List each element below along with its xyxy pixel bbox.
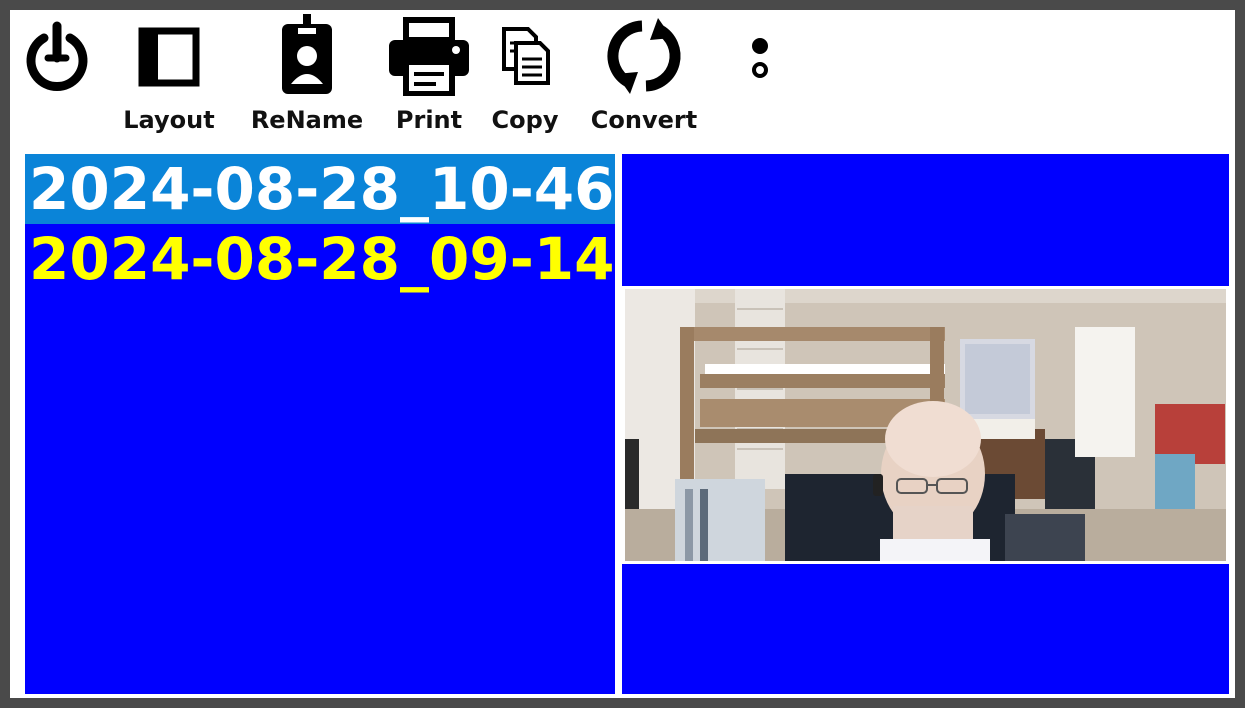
more-button[interactable] xyxy=(740,16,780,146)
layout-panel-icon xyxy=(138,27,200,87)
power-button[interactable] xyxy=(22,16,92,146)
file-list[interactable]: 2024-08-28_10-46-3 2024-08-28_09-14-0 xyxy=(25,154,615,694)
toolbar: Layout ReName Print Copy Convert xyxy=(10,10,1235,152)
refresh-icon xyxy=(607,18,681,94)
copy-label: Copy xyxy=(491,106,559,134)
more-vertical-icon xyxy=(752,38,768,78)
print-button[interactable]: Print xyxy=(384,16,474,146)
file-list-item[interactable]: 2024-08-28_09-14-0 xyxy=(25,224,615,294)
convert-button[interactable]: Convert xyxy=(582,16,706,146)
print-label: Print xyxy=(395,106,463,134)
id-badge-icon xyxy=(282,14,332,94)
copy-button[interactable]: Copy xyxy=(484,16,566,146)
copy-icon xyxy=(502,27,550,85)
layout-label: Layout xyxy=(123,106,215,134)
convert-label: Convert xyxy=(590,106,698,134)
file-list-item-selected[interactable]: 2024-08-28_10-46-3 xyxy=(25,154,615,224)
power-icon xyxy=(26,21,88,91)
printer-icon xyxy=(389,17,469,96)
app-window: Layout ReName Print Copy Convert 2024-08… xyxy=(10,10,1235,698)
rename-button[interactable]: ReName xyxy=(242,14,372,146)
preview-panel xyxy=(622,154,1229,694)
camera-preview-image xyxy=(622,286,1229,564)
layout-button[interactable]: Layout xyxy=(114,16,224,146)
webcam-photo xyxy=(625,289,1226,561)
rename-label: ReName xyxy=(250,106,364,134)
